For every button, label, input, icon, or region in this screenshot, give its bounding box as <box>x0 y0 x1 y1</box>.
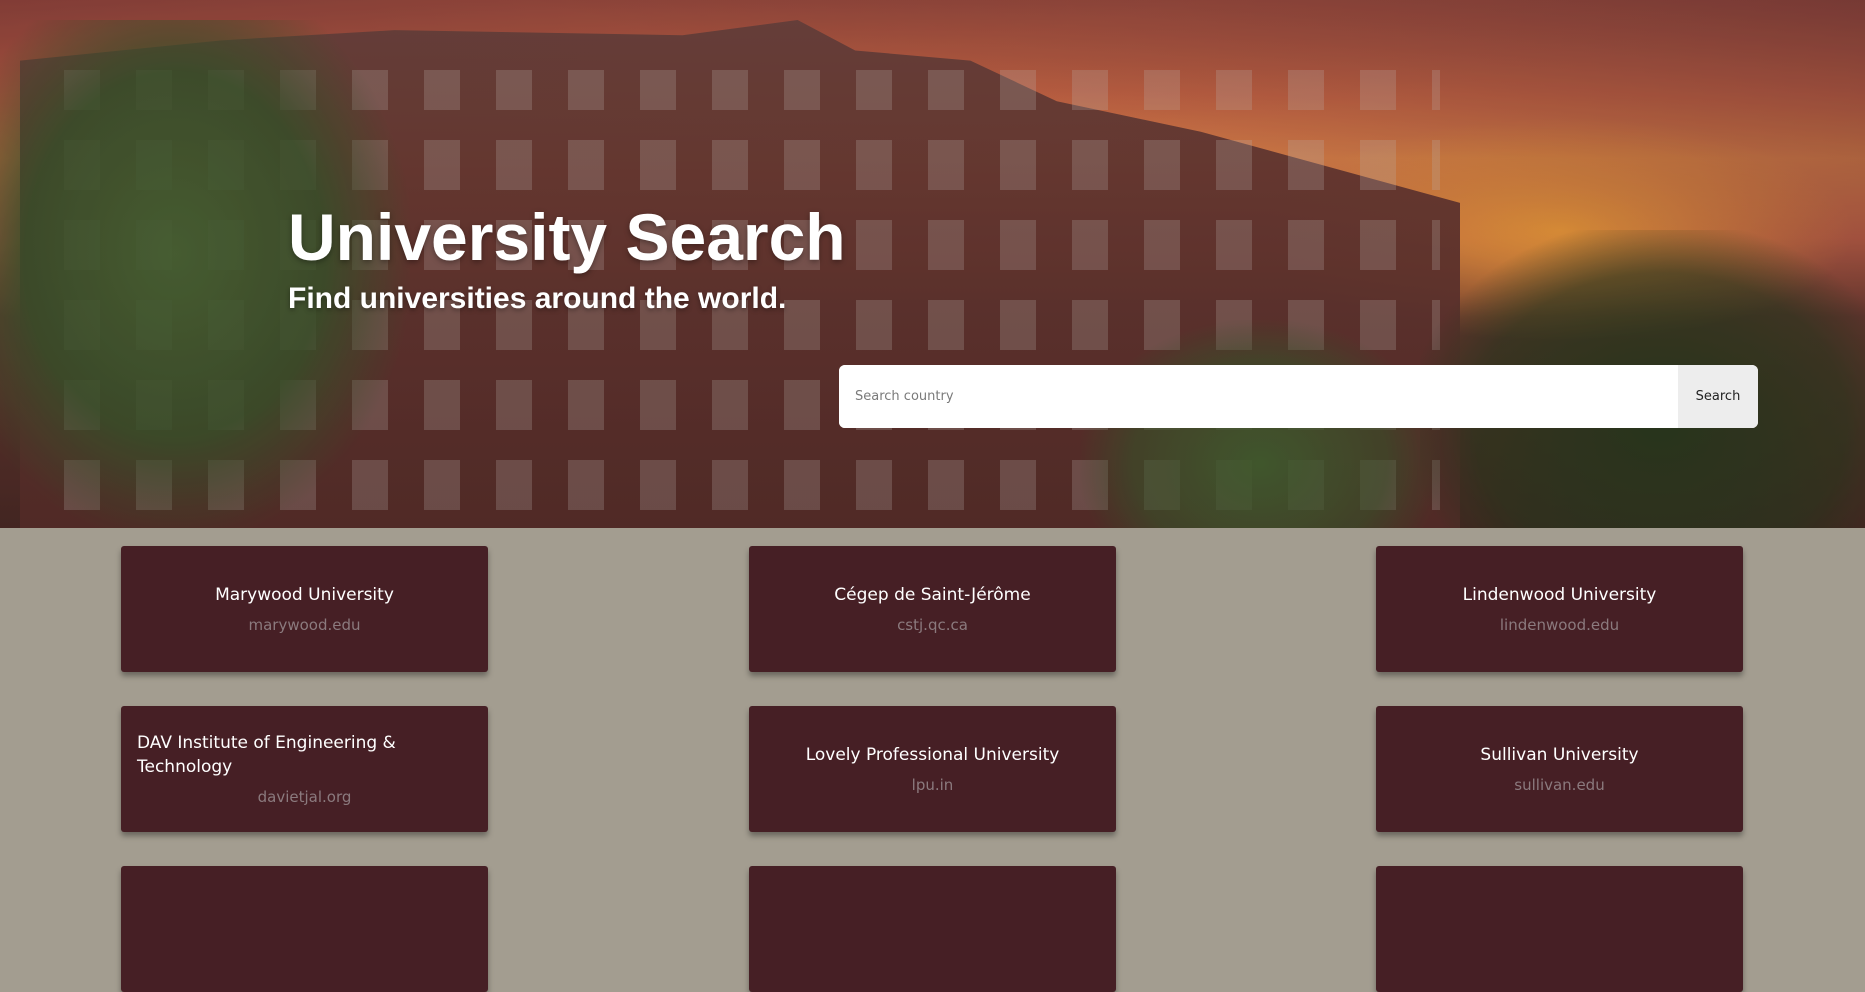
university-domain: davietjal.org <box>257 788 352 806</box>
university-card[interactable] <box>1376 866 1743 992</box>
university-card[interactable]: Lindenwood University lindenwood.edu <box>1376 546 1743 672</box>
page-title: University Search <box>288 200 846 274</box>
hero-banner: University Search Find universities arou… <box>0 0 1865 528</box>
university-domain: lpu.in <box>911 776 954 794</box>
university-name: Marywood University <box>215 585 394 605</box>
university-name: DAV Institute of Engineering & Technolog… <box>137 733 396 777</box>
search-form: Search <box>839 365 1758 428</box>
page-subtitle: Find universities around the world. <box>288 282 787 315</box>
university-domain: lindenwood.edu <box>1499 616 1620 634</box>
university-card[interactable]: Lovely Professional University lpu.in <box>749 706 1116 832</box>
search-country-input[interactable] <box>839 365 1678 428</box>
university-card[interactable] <box>749 866 1116 992</box>
university-card[interactable] <box>121 866 488 992</box>
search-button[interactable]: Search <box>1678 365 1758 428</box>
university-name: Lovely Professional University <box>805 745 1060 765</box>
university-domain: marywood.edu <box>248 616 361 634</box>
university-domain: cstj.qc.ca <box>897 616 968 634</box>
hero-overlay <box>0 0 1865 528</box>
university-name: Cégep de Saint-Jérôme <box>834 585 1031 605</box>
university-name: Sullivan University <box>1480 745 1639 765</box>
university-name: Lindenwood University <box>1462 585 1657 605</box>
university-card[interactable]: DAV Institute of Engineering & Technolog… <box>121 706 488 832</box>
university-card[interactable]: Sullivan University sullivan.edu <box>1376 706 1743 832</box>
university-domain: sullivan.edu <box>1514 776 1605 794</box>
university-card[interactable]: Cégep de Saint-Jérôme cstj.qc.ca <box>749 546 1116 672</box>
university-card[interactable]: Marywood University marywood.edu <box>121 546 488 672</box>
